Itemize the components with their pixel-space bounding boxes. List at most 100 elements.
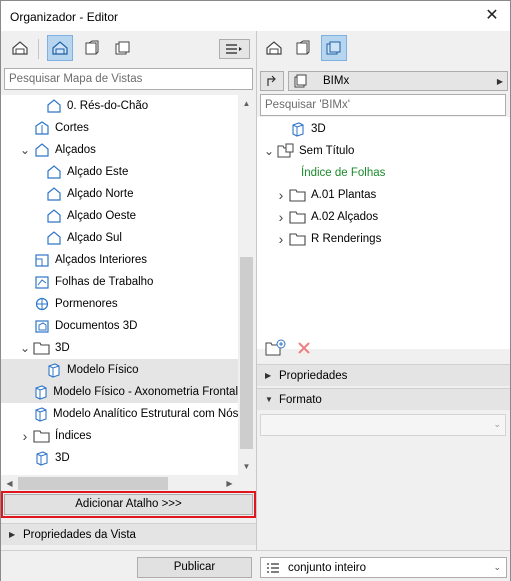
publisher-actions [257,335,510,361]
chevron-down-icon: ⌄ [493,419,501,429]
publisher-search-input[interactable]: Pesquisar 'BIMx' [260,94,506,116]
properties-section[interactable]: ▶ Propriedades [257,364,510,386]
format-section[interactable]: ▼ Formato [257,388,510,410]
view-map-item[interactable]: ⌄ Alçados [1,139,238,161]
view-map-icon[interactable] [47,35,73,61]
view-map-item[interactable]: Alçado Este [1,161,238,183]
folder-icon [33,339,51,357]
publisher-set-icon [277,142,295,160]
publisher-set-icon [294,74,307,88]
view-map-search-input[interactable]: Pesquisar Mapa de Vistas [4,68,253,90]
tree-item-label: 3D [55,452,70,464]
view-map-item[interactable]: Cortes [1,117,238,139]
view-map-item[interactable]: Modelo Analítico Estrutural com Nós [1,403,238,425]
view-map-item[interactable]: Alçado Oeste [1,205,238,227]
view-map-item[interactable]: Modelo Físico - Axonometria Frontal [1,381,238,403]
expand-right-icon: ▶ [265,371,272,380]
publisher-item[interactable]: › R Renderings [257,228,510,250]
expand-down-icon: ▼ [265,395,273,404]
publisher-item[interactable]: 3D [257,118,510,140]
tree-item-label: R Renderings [311,233,382,245]
publisher-pane: BIMx ▶ Pesquisar 'BIMx' 3D ⌄ Sem Título Índ… [257,31,510,550]
view-map-item[interactable]: Pormenores [1,293,238,315]
publish-set-select[interactable]: conjunto inteiro ⌄ [260,557,507,578]
vertical-scrollbar[interactable]: ▲ ▼ [238,95,255,475]
scroll-up-icon[interactable]: ▲ [238,95,255,112]
elevation-icon [45,207,63,225]
view-properties-section[interactable]: ▶ Propriedades da Vista [1,523,256,545]
delete-icon[interactable] [297,341,311,358]
view-map-item[interactable]: Folhas de Trabalho [1,271,238,293]
scroll-left-icon[interactable]: ◀ [1,475,18,492]
view-map-item[interactable]: 3D [1,447,238,469]
format-dropdown[interactable]: ⌄ [260,414,506,436]
publisher-item[interactable]: › A.01 Plantas [257,184,510,206]
view-map-item[interactable]: 0. Rés-do-Chão [1,95,238,117]
format-label: Formato [279,393,322,406]
view-map-item[interactable]: ⌄ 3D [1,337,238,359]
view-map-item[interactable]: › Índices [1,425,238,447]
tree-item-label: Folhas de Trabalho [55,276,154,288]
project-map-icon[interactable] [261,35,287,61]
project-map-icon[interactable] [7,35,33,61]
horizontal-scrollbar[interactable]: ◀ ▶ [1,475,238,492]
elevation-icon [45,163,63,181]
3d-document-icon [33,317,51,335]
view-map-item[interactable]: Alçados Interiores [1,249,238,271]
properties-label: Propriedades [279,369,348,382]
folder-icon [289,208,307,226]
new-folder-icon[interactable] [265,339,287,360]
tree-item-label: Pormenores [55,298,118,310]
tree-item-label: Índices [55,430,92,442]
publisher-item[interactable]: ⌄ Sem Título [257,140,510,162]
publisher-item[interactable]: › A.02 Alçados [257,206,510,228]
view-map-item[interactable]: Documentos 3D [1,315,238,337]
view-map-item[interactable]: Modelo Físico [1,359,238,381]
scroll-corner [238,475,255,492]
scrollbar-thumb[interactable] [18,477,168,490]
publisher-tree: 3D ⌄ Sem Título Índice de Folhas › A.01 Plant… [257,117,510,349]
menu-button[interactable] [219,39,250,59]
close-icon[interactable]: ✕ [482,6,502,26]
scroll-down-icon[interactable]: ▼ [238,458,255,475]
collapse-toggle-icon[interactable]: ⌄ [19,144,31,156]
scroll-right-icon[interactable]: ▶ [221,475,238,492]
tree-item-label: Documentos 3D [55,320,138,332]
expand-toggle-icon[interactable]: › [275,187,287,203]
publisher-sets-icon[interactable] [110,35,136,61]
expand-toggle-icon[interactable]: › [275,209,287,225]
scrollbar-thumb[interactable] [240,257,253,449]
add-shortcut-button[interactable]: Adicionar Atalho >>> [4,494,253,515]
organizer-window: Organizador - Editor ✕ Pesquisar Mapa de… [0,0,511,581]
go-up-icon [267,75,276,86]
elevation-icon [45,229,63,247]
tree-item-label: Cortes [55,122,89,134]
expand-toggle-icon[interactable]: › [275,231,287,247]
publisher-set-name: BIMx [323,75,350,87]
view-map-item[interactable]: Alçado Norte [1,183,238,205]
folder-icon [289,230,307,248]
publisher-sets-icon[interactable] [321,35,347,61]
layout-book-icon[interactable] [79,35,105,61]
folder-icon [289,186,307,204]
expand-toggle-icon[interactable]: › [19,428,31,444]
publisher-item[interactable]: Índice de Folhas [257,162,510,184]
folder-icon [33,427,51,445]
go-up-button[interactable] [260,71,284,91]
bottom-bar: Publicar conjunto inteiro ⌄ [1,550,510,581]
publish-button[interactable]: Publicar [137,557,252,578]
layout-book-icon[interactable] [290,35,316,61]
collapse-toggle-icon[interactable]: ⌄ [19,342,31,354]
tree-item-label: A.02 Alçados [311,211,379,223]
view-map-item[interactable]: Alçado Sul [1,227,238,249]
elevation-icon [33,141,51,159]
publisher-set-field[interactable]: BIMx ▶ [288,71,508,91]
publish-set-value: conjunto inteiro [288,561,366,574]
collapse-toggle-icon[interactable]: ⌄ [263,145,275,157]
